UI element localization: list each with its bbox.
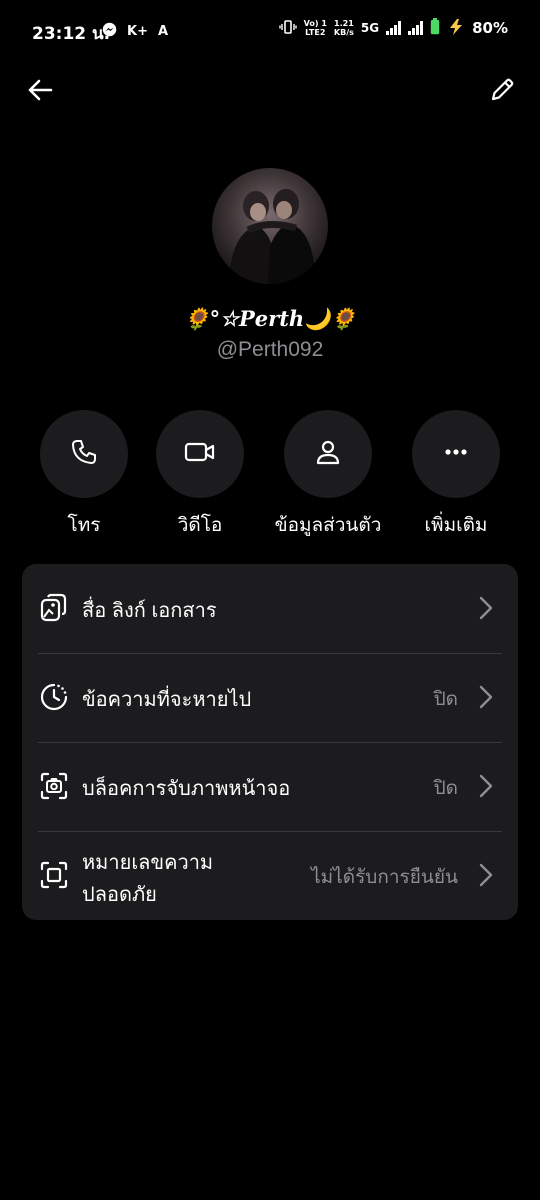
chevron-right-icon	[476, 772, 496, 800]
chevron-right-icon	[476, 683, 496, 711]
person-icon	[314, 438, 342, 470]
screenshot-camera-icon	[38, 770, 70, 802]
charging-icon	[447, 18, 465, 38]
disappearing-messages-row[interactable]: ข้อความที่จะหายไป ปิด	[22, 653, 518, 742]
safety-number-label: หมายเลขความปลอดภัย	[82, 852, 214, 906]
call-label: โทร	[67, 515, 101, 536]
a-icon: A	[157, 24, 169, 39]
signal-icon	[386, 21, 402, 35]
k-plus-icon: K+	[127, 24, 148, 39]
arrow-left-icon	[26, 76, 54, 108]
disappearing-timer-icon	[38, 681, 70, 713]
username: @Perth092	[216, 338, 324, 361]
messenger-icon	[102, 22, 117, 41]
chevron-right-icon	[476, 594, 496, 622]
chevron-right-icon	[476, 861, 496, 889]
safety-number-row[interactable]: หมายเลขความปลอดภัย ไม่ได้รับการยืนยัน	[22, 831, 518, 920]
more-circle[interactable]	[412, 410, 500, 498]
status-bar: 23:12 น. K+ A Vo) 1 LTE2 1.21 KB/s 5G 80…	[0, 0, 540, 62]
signal-icon-2	[408, 21, 424, 35]
safety-number-value: ไม่ได้รับการยืนยัน	[311, 867, 458, 888]
info-label: ข้อมูลส่วนตัว	[274, 515, 382, 536]
media-links-docs-row[interactable]: สื่อ ลิงก์ เอกสาร	[22, 564, 518, 653]
action-buttons: โทร วิดีโอ ข้อมูลส่วนตัว เพิ่มเติม	[0, 410, 540, 540]
more-dots-icon	[442, 438, 470, 470]
media-links-docs-label: สื่อ ลิงก์ เอกสาร	[82, 600, 217, 622]
more-label: เพิ่มเติม	[424, 515, 488, 536]
media-gallery-icon	[38, 592, 70, 624]
battery-percent: 80%	[472, 19, 508, 37]
video-circle[interactable]	[156, 410, 244, 498]
volte-indicator: Vo) 1 LTE2	[303, 19, 327, 37]
more-button[interactable]: เพิ่มเติม	[381, 410, 531, 540]
safety-number-icon	[38, 859, 70, 891]
disappearing-messages-value: ปิด	[433, 689, 458, 710]
notification-icons: K+ A	[102, 22, 168, 41]
system-status: Vo) 1 LTE2 1.21 KB/s 5G 80%	[278, 18, 508, 38]
avatar-photo	[228, 189, 316, 284]
call-circle[interactable]	[40, 410, 128, 498]
avatar[interactable]	[212, 168, 328, 284]
pencil-icon	[488, 76, 516, 108]
screenshot-block-row[interactable]: บล็อคการจับภาพหน้าจอ ปิด	[22, 742, 518, 831]
display-name: 🌻°☆𝑷𝒆𝒓𝒕𝒉🌙🌻	[183, 306, 357, 331]
network-speed: 1.21 KB/s	[333, 19, 354, 37]
settings-card: สื่อ ลิงก์ เอกสาร ข้อความที่จะหายไป ปิด …	[22, 564, 518, 920]
info-circle[interactable]	[284, 410, 372, 498]
edit-button[interactable]	[482, 72, 522, 112]
video-label: วิดีโอ	[177, 515, 223, 536]
network-type: 5G	[360, 21, 380, 35]
vibrate-icon	[278, 19, 297, 37]
status-time: 23:12 น.	[32, 24, 111, 44]
disappearing-messages-label: ข้อความที่จะหายไป	[82, 689, 252, 711]
screenshot-block-value: ปิด	[433, 778, 458, 799]
phone-icon	[70, 438, 98, 470]
battery-icon	[430, 18, 440, 38]
screenshot-block-label: บล็อคการจับภาพหน้าจอ	[82, 778, 291, 800]
video-camera-icon	[184, 438, 216, 470]
back-button[interactable]	[20, 72, 60, 112]
